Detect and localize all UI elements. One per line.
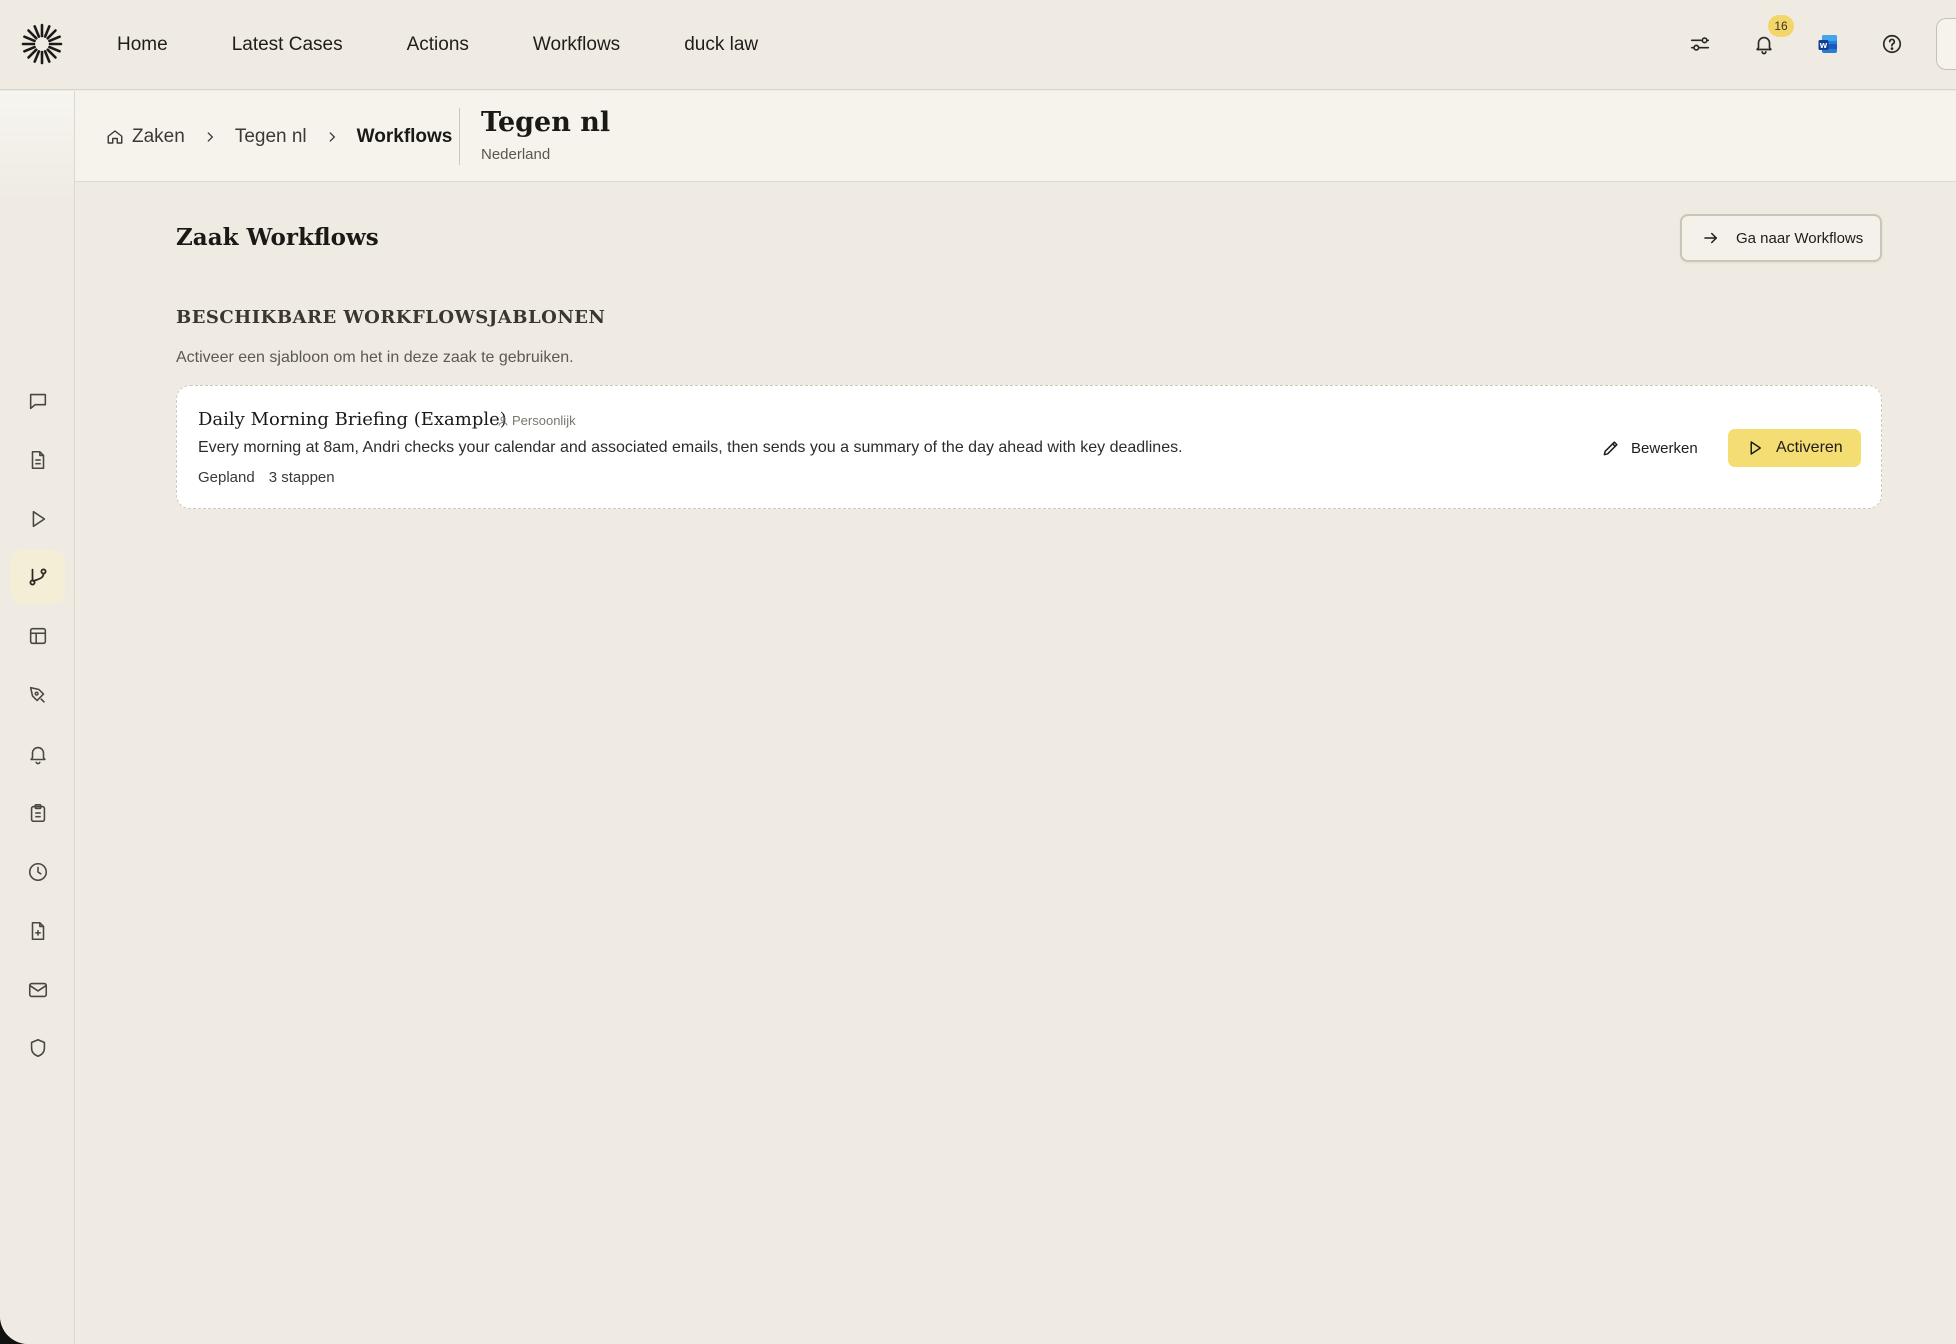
shield-icon[interactable] bbox=[11, 1021, 65, 1075]
page-title: Zaak Workflows bbox=[176, 224, 379, 251]
top-bar: Home Latest Cases Actions Workflows duck… bbox=[0, 0, 1956, 90]
help-icon[interactable] bbox=[1878, 30, 1906, 58]
case-title: Tegen nl bbox=[481, 107, 611, 138]
nav-workflows[interactable]: Workflows bbox=[533, 34, 620, 56]
section-subtitle: Activeer een sjabloon om het in deze zaa… bbox=[176, 349, 574, 366]
sidebar bbox=[0, 91, 75, 1344]
sliders-icon[interactable] bbox=[1686, 30, 1714, 58]
template-steps: 3 stappen bbox=[268, 469, 335, 486]
header-divider bbox=[459, 108, 460, 165]
word-app-icon[interactable]: W bbox=[1814, 30, 1842, 58]
template-title: Daily Morning Briefing (Example) bbox=[198, 409, 507, 430]
notification-count-badge: 16 bbox=[1768, 15, 1794, 37]
arrow-right-icon bbox=[1702, 229, 1720, 247]
breadcrumb-zaken[interactable]: Zaken bbox=[132, 126, 185, 148]
nav-latest-cases[interactable]: Latest Cases bbox=[232, 34, 343, 56]
template-meta: Gepland 3 stappen bbox=[198, 469, 349, 486]
workflow-template-card: Daily Morning Briefing (Example) Persoon… bbox=[176, 385, 1882, 509]
template-description: Every morning at 8am, Andri checks your … bbox=[198, 439, 1183, 456]
chat-icon[interactable] bbox=[11, 374, 65, 428]
file-plus-icon[interactable] bbox=[11, 904, 65, 958]
activate-template-label: Activeren bbox=[1776, 439, 1843, 456]
app-window: Home Latest Cases Actions Workflows duck… bbox=[0, 0, 1956, 1344]
template-schedule: Gepland bbox=[198, 469, 255, 486]
workflow-icon[interactable] bbox=[11, 550, 65, 604]
nav-duck-law[interactable]: duck law bbox=[684, 34, 758, 56]
go-to-workflows-button[interactable]: Ga naar Workflows bbox=[1680, 214, 1882, 262]
section-title: BESCHIKBARE WORKFLOWSJABLONEN bbox=[176, 307, 606, 328]
go-to-workflows-label: Ga naar Workflows bbox=[1736, 229, 1864, 247]
chevron-right-icon bbox=[325, 130, 339, 144]
svg-text:W: W bbox=[1820, 42, 1828, 50]
edit-template-button[interactable]: Bewerken bbox=[1601, 432, 1698, 464]
play-icon bbox=[1746, 439, 1764, 457]
case-header: Zaken Tegen nl Workflows Tegen nl Nederl… bbox=[75, 91, 1956, 182]
home-icon[interactable] bbox=[106, 128, 124, 146]
pencil-icon bbox=[1601, 438, 1621, 458]
activate-template-button[interactable]: Activeren bbox=[1728, 429, 1861, 467]
chevron-right-icon bbox=[203, 130, 217, 144]
sidebar-header bbox=[0, 91, 74, 201]
app-logo-icon[interactable] bbox=[20, 22, 64, 66]
main-nav: Home Latest Cases Actions Workflows duck… bbox=[117, 0, 822, 90]
bell-icon[interactable] bbox=[11, 727, 65, 781]
pen-tool-icon[interactable] bbox=[11, 668, 65, 722]
clock-icon[interactable] bbox=[11, 845, 65, 899]
breadcrumb-workflows: Workflows bbox=[356, 125, 453, 147]
nav-actions[interactable]: Actions bbox=[407, 34, 469, 56]
user-icon bbox=[497, 415, 509, 427]
document-icon[interactable] bbox=[11, 433, 65, 487]
panel-toggle-button[interactable] bbox=[1936, 18, 1956, 70]
mail-icon[interactable] bbox=[11, 963, 65, 1017]
edit-template-label: Bewerken bbox=[1631, 439, 1698, 457]
breadcrumb-case[interactable]: Tegen nl bbox=[235, 126, 307, 148]
template-scope-tag: Persoonlijk bbox=[497, 413, 576, 428]
nav-home[interactable]: Home bbox=[117, 34, 168, 56]
case-jurisdiction: Nederland bbox=[481, 146, 551, 163]
clipboard-icon[interactable] bbox=[11, 786, 65, 840]
template-scope-label: Persoonlijk bbox=[512, 413, 576, 428]
table-icon[interactable] bbox=[11, 609, 65, 663]
breadcrumb: Zaken Tegen nl Workflows bbox=[106, 91, 452, 182]
play-icon[interactable] bbox=[11, 492, 65, 546]
